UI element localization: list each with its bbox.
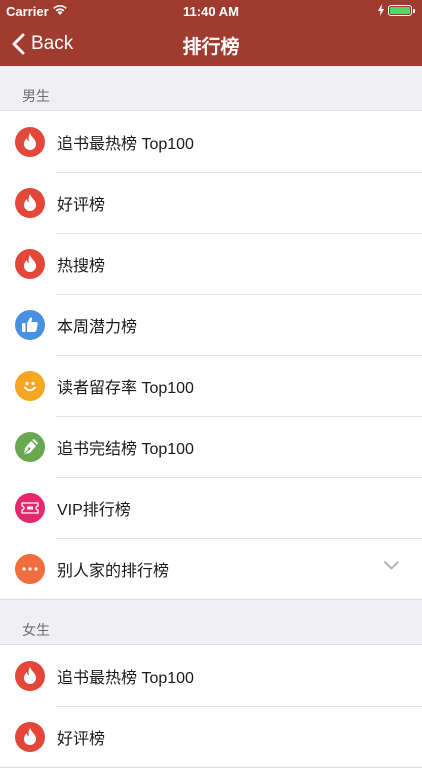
chevron-down-icon[interactable] (383, 560, 400, 571)
ranking-row[interactable]: 本周潜力榜 (0, 294, 422, 355)
ranking-row[interactable]: VIP排行榜 (0, 477, 422, 538)
charging-icon (378, 4, 384, 16)
smile-icon (15, 370, 45, 401)
status-bar: Carrier 11:40 AM (0, 0, 422, 22)
ranking-row-label: 热搜榜 (57, 257, 106, 275)
ticket-icon (15, 492, 45, 523)
section-header-female: 女生 (22, 622, 50, 638)
ranking-row-label: VIP排行榜 (57, 501, 131, 519)
ranking-row-expandable[interactable]: 别人家的排行榜 (0, 538, 422, 599)
flame-icon (15, 660, 45, 691)
more-icon (15, 553, 45, 584)
battery-icon (388, 5, 415, 16)
ranking-row-label: 追书最热榜 Top100 (57, 669, 194, 687)
status-time: 11:40 AM (183, 4, 239, 19)
page-title: 排行榜 (182, 37, 240, 58)
ranking-row[interactable]: 追书最热榜 Top100 (0, 111, 422, 172)
flame-icon (15, 248, 45, 279)
ranking-row[interactable]: 好评榜 (0, 706, 422, 767)
ranking-row-label: 追书完结榜 Top100 (57, 440, 194, 458)
ranking-row-label: 读者留存率 Top100 (57, 379, 194, 397)
ranking-row-label: 本周潜力榜 (57, 318, 138, 336)
ranking-row-label: 好评榜 (57, 730, 106, 748)
ranking-list: 男生 追书最热榜 Top100 好评榜 热搜榜 本周潜力榜 读者留存率 Top1… (0, 66, 422, 768)
section-list-male: 追书最热榜 Top100 好评榜 热搜榜 本周潜力榜 读者留存率 Top100 … (0, 110, 422, 600)
ranking-row-label: 好评榜 (57, 196, 106, 214)
ranking-row[interactable]: 读者留存率 Top100 (0, 355, 422, 416)
thumbs-up-icon (15, 309, 45, 340)
ranking-row[interactable]: 热搜榜 (0, 233, 422, 294)
ranking-row-label: 别人家的排行榜 (57, 562, 170, 580)
pen-icon (15, 431, 45, 462)
flame-icon (15, 187, 45, 218)
section-header-male: 男生 (22, 88, 50, 104)
ranking-row-label: 追书最热榜 Top100 (57, 135, 194, 153)
ranking-row[interactable]: 追书完结榜 Top100 (0, 416, 422, 477)
navigation-bar: Carrier 11:40 AM Back 排行榜 (0, 0, 422, 66)
flame-icon (15, 721, 45, 752)
section-list-female: 追书最热榜 Top100 好评榜 (0, 644, 422, 768)
ranking-row[interactable]: 好评榜 (0, 172, 422, 233)
flame-icon (15, 126, 45, 157)
ranking-row[interactable]: 追书最热榜 Top100 (0, 645, 422, 706)
